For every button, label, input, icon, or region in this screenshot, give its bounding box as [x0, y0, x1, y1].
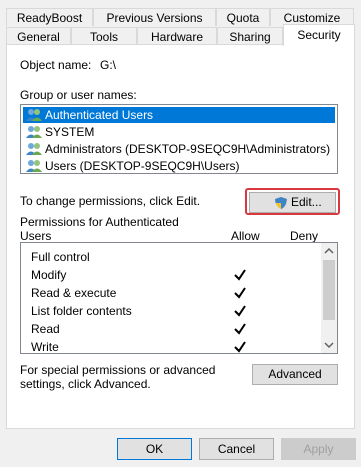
edit-highlight-box	[245, 188, 340, 215]
permission-row: Read	[21, 320, 321, 338]
scrollbar-thumb[interactable]	[323, 260, 335, 320]
tab-general[interactable]: General	[6, 27, 71, 45]
allow-check-icon	[234, 305, 246, 317]
allow-check-icon	[234, 269, 246, 281]
permissions-label: Permissions for Authenticated Users	[20, 215, 179, 243]
tab-readyboost[interactable]: ReadyBoost	[6, 8, 93, 26]
tab-previous-versions[interactable]: Previous Versions	[93, 8, 216, 26]
allow-header: Allow	[231, 229, 260, 243]
group-item-label: Administrators (DESKTOP-9SEQC9H\Administ…	[45, 142, 331, 156]
permission-name: Full control	[31, 250, 90, 264]
tab-hardware[interactable]: Hardware	[137, 27, 217, 45]
tab-tools[interactable]: Tools	[71, 27, 137, 45]
users-icon	[26, 109, 42, 121]
permission-name: Read	[31, 322, 60, 336]
group-item-administrators[interactable]: Administrators (DESKTOP-9SEQC9H\Administ…	[23, 141, 330, 157]
group-item-users[interactable]: Users (DESKTOP-9SEQC9H\Users)	[23, 158, 239, 174]
permission-row: Modify	[21, 266, 321, 284]
permissions-list[interactable]: Full control Modify Read & execute List …	[20, 242, 338, 354]
scroll-up-icon[interactable]	[324, 246, 334, 256]
permission-row: Read & execute	[21, 284, 321, 302]
permissions-scrollbar[interactable]	[321, 243, 337, 353]
permission-row: Full control	[21, 248, 321, 266]
group-item-authenticated-users[interactable]: Authenticated Users	[23, 107, 335, 123]
permission-name: Read & execute	[31, 286, 117, 300]
object-name-value: G:\	[100, 58, 117, 72]
users-icon	[26, 160, 42, 172]
ok-button[interactable]: OK	[117, 438, 192, 460]
users-icon	[26, 143, 42, 155]
change-permissions-text: To change permissions, click Edit.	[20, 194, 201, 208]
permission-row: Write	[21, 338, 321, 354]
deny-header: Deny	[290, 229, 319, 243]
cancel-button[interactable]: Cancel	[199, 438, 274, 460]
group-item-label: Users (DESKTOP-9SEQC9H\Users)	[45, 159, 240, 173]
users-icon	[26, 126, 42, 138]
tab-sharing[interactable]: Sharing	[217, 27, 283, 45]
object-name-label: Object name:	[20, 58, 92, 72]
allow-check-icon	[234, 287, 246, 299]
permission-name: Modify	[31, 268, 67, 282]
special-permissions-text: For special permissions or advanced sett…	[20, 363, 216, 391]
tab-security[interactable]: Security	[283, 24, 355, 46]
allow-check-icon	[234, 323, 246, 335]
tab-quota[interactable]: Quota	[216, 8, 270, 26]
group-item-system[interactable]: SYSTEM	[23, 124, 94, 140]
apply-button: Apply	[281, 438, 356, 460]
advanced-button[interactable]: Advanced	[252, 364, 338, 385]
group-listbox[interactable]: Authenticated Users SYSTEM Administrator…	[20, 104, 338, 174]
permission-name: List folder contents	[31, 304, 132, 318]
group-label: Group or user names:	[20, 88, 137, 102]
scroll-down-icon[interactable]	[324, 340, 334, 350]
allow-check-icon	[234, 341, 246, 353]
permission-row: List folder contents	[21, 302, 321, 320]
group-item-label: SYSTEM	[45, 125, 95, 139]
group-item-label: Authenticated Users	[45, 108, 154, 122]
permission-name: Write	[31, 340, 59, 354]
